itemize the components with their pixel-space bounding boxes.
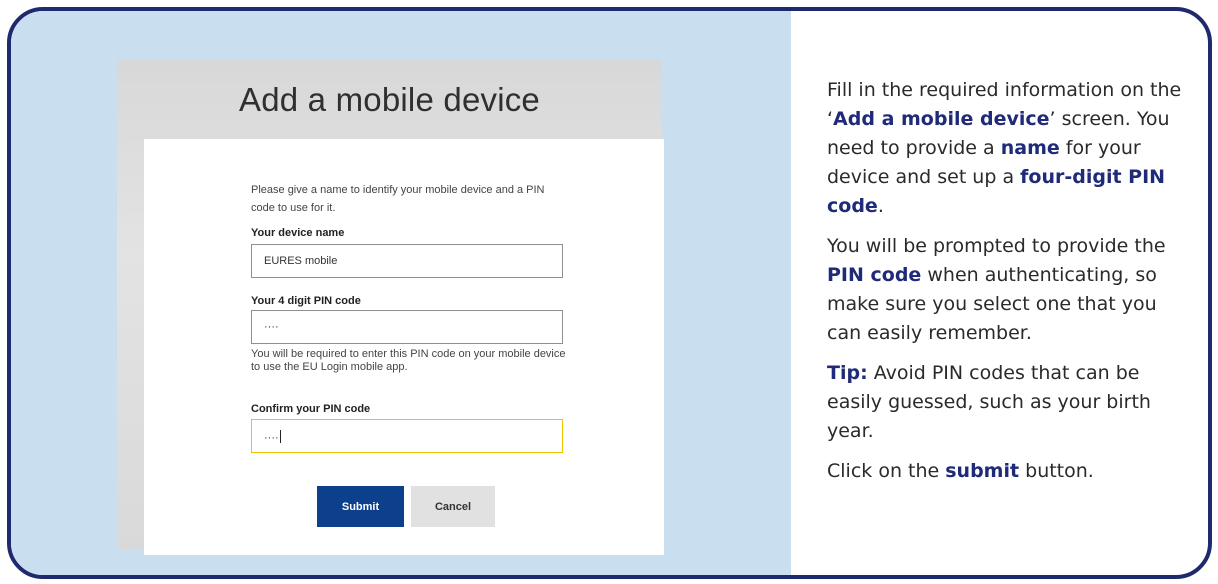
screenshot-panel: Add a mobile device Please give a name t… <box>11 11 791 575</box>
device-name-label: Your device name <box>251 227 345 239</box>
pin-value: ···· <box>264 321 279 333</box>
highlight-text: submit <box>945 460 1020 482</box>
cancel-button[interactable]: Cancel <box>411 486 495 527</box>
highlight-text: name <box>1000 137 1060 159</box>
text: button. <box>1019 460 1094 482</box>
confirm-pin-value: ···· <box>264 432 279 444</box>
instructions-panel: Fill in the required information on the … <box>827 76 1182 497</box>
form-intro: Please give a name to identify your mobi… <box>251 184 545 214</box>
pin-help-text: You will be required to enter this PIN c… <box>251 348 566 373</box>
highlight-text: Tip: <box>827 362 868 384</box>
text-cursor <box>279 430 281 443</box>
instruction-paragraph-3: Tip: Avoid PIN codes that can be easily … <box>827 359 1182 446</box>
text: Click on the <box>827 460 946 482</box>
device-name-value: EURES mobile <box>264 255 338 267</box>
highlight-text: Add a mobile device <box>833 108 1050 130</box>
instruction-paragraph-4: Click on the submit button. <box>827 457 1182 486</box>
text: You will be prompted to provide the <box>827 235 1166 257</box>
instruction-paragraph-1: Fill in the required information on the … <box>827 76 1182 221</box>
submit-button[interactable]: Submit <box>317 486 404 527</box>
instruction-paragraph-2: You will be prompted to provide the PIN … <box>827 232 1182 348</box>
highlight-text: PIN code <box>827 264 922 286</box>
confirm-pin-input[interactable]: ···· <box>251 419 563 453</box>
text: . <box>877 195 884 217</box>
text: Avoid PIN codes that can be easily guess… <box>827 362 1151 442</box>
page-title: Add a mobile device <box>239 81 540 118</box>
pin-label: Your 4 digit PIN code <box>251 295 361 307</box>
pin-input[interactable]: ···· <box>251 310 563 344</box>
device-name-input[interactable]: EURES mobile <box>251 244 563 278</box>
confirm-pin-label: Confirm your PIN code <box>251 403 371 415</box>
